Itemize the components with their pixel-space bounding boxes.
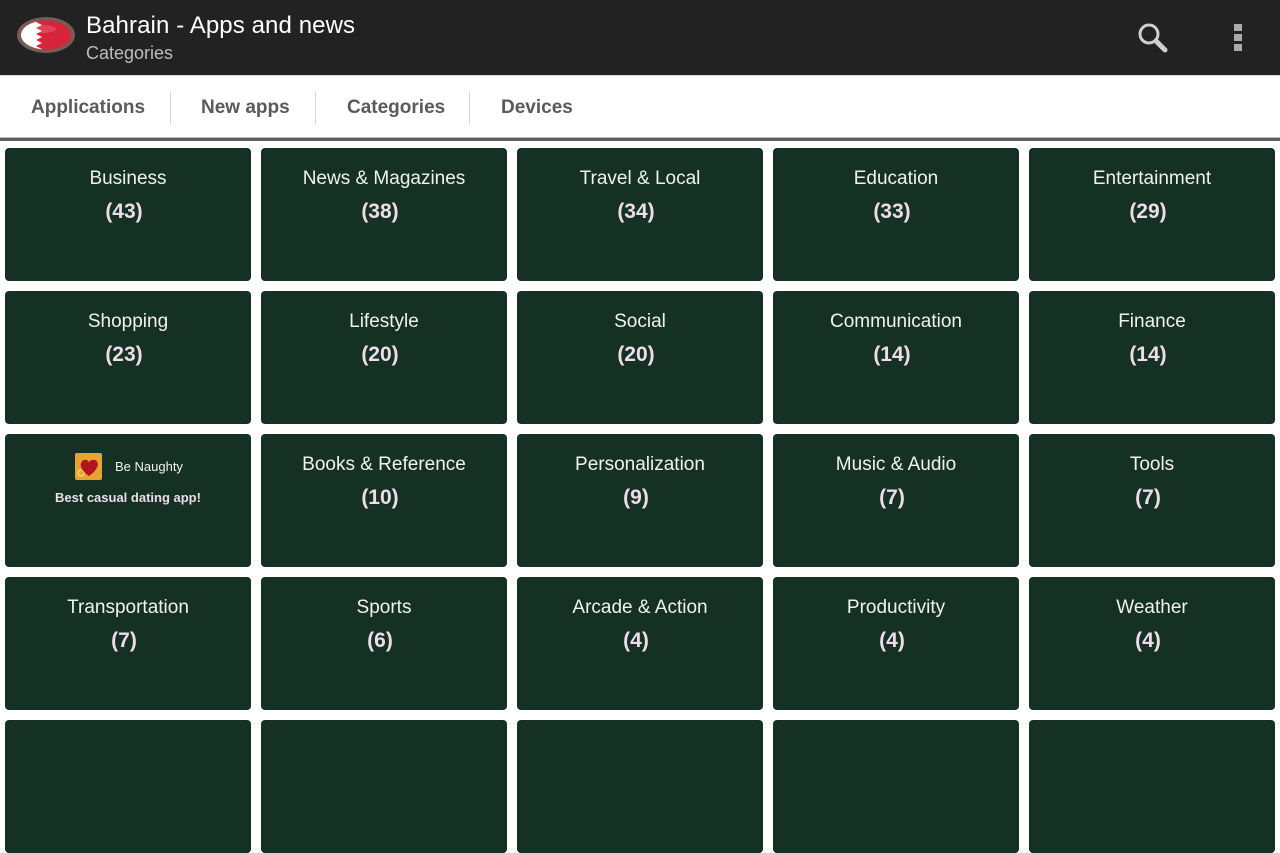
category-count: (20) xyxy=(617,343,655,366)
category-name: Arcade & Action xyxy=(572,597,708,618)
category-count: (43) xyxy=(105,200,143,223)
category-name: Business xyxy=(89,168,167,189)
category-tile[interactable]: Travel & Local (34) xyxy=(517,148,763,281)
category-name: Entertainment xyxy=(1092,168,1212,189)
category-tile[interactable]: Finance (14) xyxy=(1029,291,1275,424)
category-count: (7) xyxy=(879,486,905,509)
category-tile[interactable]: Shopping (23) xyxy=(5,291,251,424)
category-count: (34) xyxy=(617,200,655,223)
category-tile[interactable]: Books & Reference (10) xyxy=(261,434,507,567)
category-tile[interactable]: Tools (7) xyxy=(1029,434,1275,567)
category-tile[interactable]: Communication (14) xyxy=(773,291,1019,424)
category-tile[interactable] xyxy=(5,720,251,853)
category-name: Sports xyxy=(356,597,412,618)
category-count: (14) xyxy=(1129,343,1167,366)
category-tile[interactable]: Music & Audio (7) xyxy=(773,434,1019,567)
app-bar: Bahrain - Apps and news Categories xyxy=(0,0,1280,75)
category-name: Shopping xyxy=(87,311,169,332)
category-tile[interactable]: Transportation (7) xyxy=(5,577,251,710)
category-name: Tools xyxy=(1129,454,1175,475)
category-tile[interactable]: Personalization (9) xyxy=(517,434,763,567)
category-count: (23) xyxy=(105,343,143,366)
category-name: News & Magazines xyxy=(302,168,466,189)
category-tile[interactable]: News & Magazines (38) xyxy=(261,148,507,281)
heart-icon xyxy=(75,453,102,480)
category-tile[interactable]: Sports (6) xyxy=(261,577,507,710)
category-name: Music & Audio xyxy=(835,454,957,475)
category-name: Weather xyxy=(1116,597,1188,618)
tab-devices[interactable]: Devices xyxy=(501,76,573,140)
category-tile[interactable] xyxy=(261,720,507,853)
category-count: (4) xyxy=(879,629,905,652)
tab-applications[interactable]: Applications xyxy=(31,76,145,140)
category-count: (38) xyxy=(361,200,399,223)
more-vert-icon xyxy=(1234,24,1242,51)
category-count: (14) xyxy=(873,343,911,366)
ad-app-name: Be Naughty xyxy=(115,459,183,474)
category-count: (10) xyxy=(361,486,399,509)
category-tile[interactable]: Lifestyle (20) xyxy=(261,291,507,424)
category-count: (6) xyxy=(367,629,393,652)
category-name: Books & Reference xyxy=(302,454,466,475)
category-count: (33) xyxy=(873,200,911,223)
tab-divider xyxy=(170,91,171,125)
category-tile[interactable]: Social (20) xyxy=(517,291,763,424)
category-count: (4) xyxy=(623,629,649,652)
category-tile[interactable]: Arcade & Action (4) xyxy=(517,577,763,710)
app-title: Bahrain - Apps and news xyxy=(86,12,356,39)
category-count: (20) xyxy=(361,343,399,366)
category-name: Education xyxy=(853,168,939,189)
category-tile[interactable] xyxy=(773,720,1019,853)
tab-bar-divider xyxy=(0,137,1280,141)
category-name: Productivity xyxy=(846,597,946,618)
overflow-menu-button[interactable] xyxy=(1218,18,1258,58)
tab-divider xyxy=(469,91,470,125)
category-name: Finance xyxy=(1118,311,1186,332)
category-tile[interactable]: Education (33) xyxy=(773,148,1019,281)
category-name: Transportation xyxy=(67,597,189,618)
category-tile[interactable]: Productivity (4) xyxy=(773,577,1019,710)
tab-categories[interactable]: Categories xyxy=(347,76,445,140)
category-count: (9) xyxy=(623,486,649,509)
bahrain-flag-logo[interactable] xyxy=(16,16,76,54)
category-count: (7) xyxy=(111,629,137,652)
category-count: (4) xyxy=(1135,629,1161,652)
category-tile[interactable]: Entertainment (29) xyxy=(1029,148,1275,281)
category-name: Communication xyxy=(830,311,962,332)
ad-tile[interactable]: Be Naughty Best casual dating app! xyxy=(5,434,251,567)
category-tile[interactable]: Business (43) xyxy=(5,148,251,281)
search-button[interactable] xyxy=(1133,18,1173,58)
tab-new-apps[interactable]: New apps xyxy=(201,76,290,140)
category-name: Social xyxy=(614,311,666,332)
search-icon xyxy=(1138,23,1168,53)
tab-bar: Applications New apps Categories Devices xyxy=(0,75,1280,139)
category-tile[interactable]: Weather (4) xyxy=(1029,577,1275,710)
category-name: Personalization xyxy=(575,454,705,475)
tab-divider xyxy=(315,91,316,125)
category-tile[interactable] xyxy=(1029,720,1275,853)
ad-tagline: Best casual dating app! xyxy=(55,490,201,505)
category-name: Lifestyle xyxy=(349,311,419,332)
app-subtitle: Categories xyxy=(86,43,174,63)
category-count: (29) xyxy=(1129,200,1167,223)
category-name: Travel & Local xyxy=(579,168,701,189)
category-tile[interactable] xyxy=(517,720,763,853)
category-count: (7) xyxy=(1135,486,1161,509)
